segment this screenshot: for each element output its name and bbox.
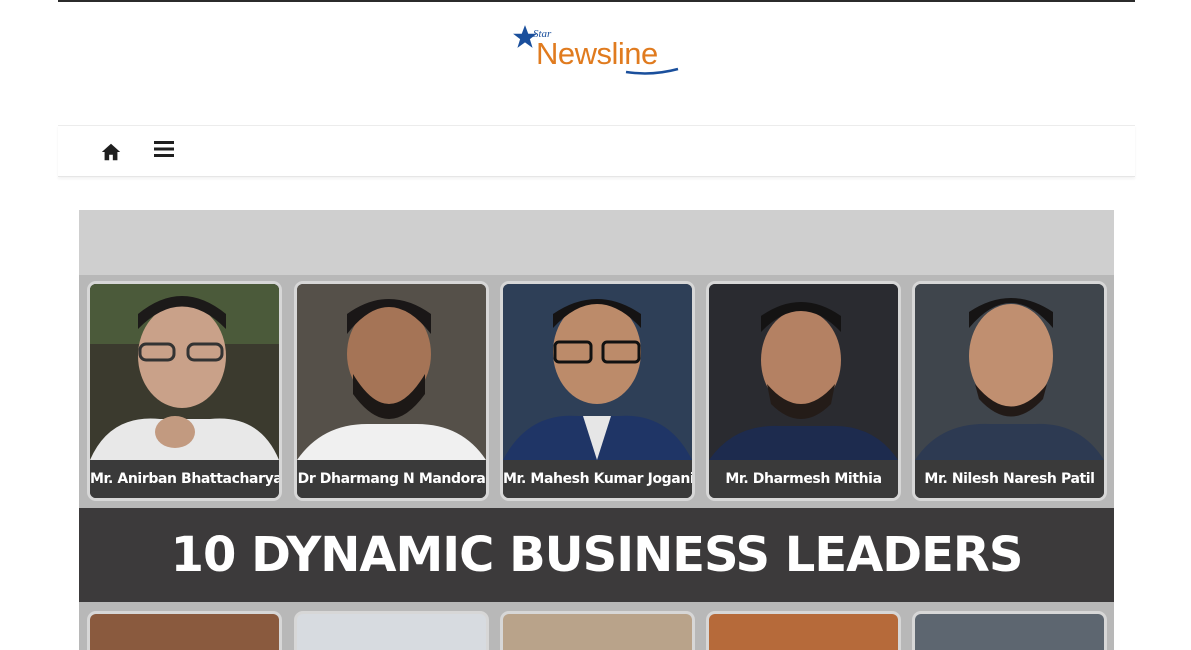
leader-card-bottom	[709, 614, 898, 650]
leader-photo	[709, 284, 898, 460]
main-navbar	[58, 125, 1135, 177]
leader-card: Mr. Anirban Bhattacharya	[90, 284, 279, 498]
leader-photo	[503, 284, 692, 460]
leader-card: Dr Dharmang N Mandora	[297, 284, 486, 498]
leader-photo	[90, 284, 279, 460]
leader-card-bottom	[503, 614, 692, 650]
logo-swoosh	[625, 67, 679, 75]
leader-name: Mr. Nilesh Naresh Patil	[915, 460, 1104, 498]
leader-card: Mr. Mahesh Kumar Jogani	[503, 284, 692, 498]
home-icon[interactable]	[100, 141, 122, 163]
top-border	[58, 0, 1135, 2]
leader-card-bottom	[90, 614, 279, 650]
leader-card: Mr. Dharmesh Mithia	[709, 284, 898, 498]
leader-name: Dr Dharmang N Mandora	[297, 460, 486, 498]
banner-headline: 10 DYNAMIC BUSINESS LEADERS	[170, 527, 1024, 583]
leader-name: Mr. Anirban Bhattacharya	[90, 460, 279, 498]
leader-name: Mr. Mahesh Kumar Jogani	[503, 460, 692, 498]
leader-name: Mr. Dharmesh Mithia	[709, 460, 898, 498]
site-logo[interactable]: Star Newsline	[512, 22, 692, 82]
leader-card: Mr. Nilesh Naresh Patil	[915, 284, 1104, 498]
hamburger-menu-icon[interactable]	[153, 138, 175, 160]
leader-card-bottom	[297, 614, 486, 650]
banner-top-strip	[79, 210, 1114, 275]
leader-card-bottom	[915, 614, 1104, 650]
banner-headline-bar: 10 DYNAMIC BUSINESS LEADERS	[79, 508, 1114, 602]
featured-banner-image[interactable]: Mr. Anirban Bhattacharya Dr Dharmang N M…	[79, 210, 1114, 650]
leader-photo	[297, 284, 486, 460]
leader-photo	[915, 284, 1104, 460]
